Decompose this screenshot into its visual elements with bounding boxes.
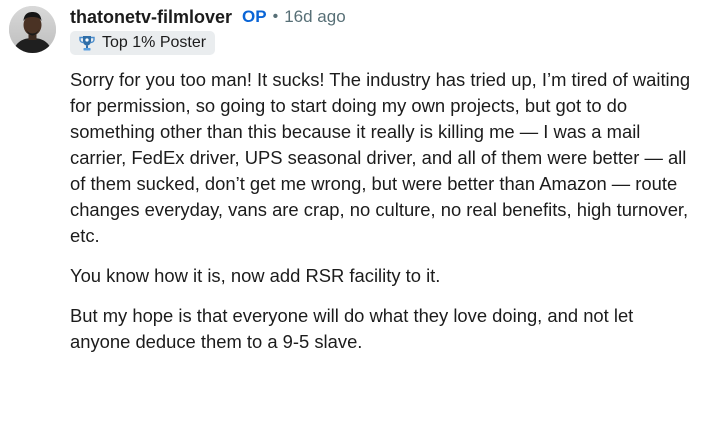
comment-paragraph: Sorry for you too man! It sucks! The ind… [70, 69, 691, 246]
timestamp[interactable]: 16d ago [284, 7, 345, 27]
comment-body: Sorry for you too man! It sucks! The ind… [70, 67, 698, 369]
separator-dot: • [272, 8, 279, 25]
avatar[interactable] [9, 6, 56, 53]
avatar-image [9, 6, 56, 53]
op-badge: OP [242, 7, 267, 26]
comment-paragraph: You know how it is, now add RSR facility… [70, 265, 441, 286]
comment-paragraph: But my hope is that everyone will do wha… [70, 305, 634, 352]
trophy-icon [79, 36, 95, 51]
user-flair: Top 1% Poster [70, 31, 216, 55]
comment: thatonetv-filmlover OP • 16d ago Top 1% … [0, 0, 709, 424]
comment-header: thatonetv-filmlover OP • 16d ago [70, 5, 346, 29]
flair-label: Top 1% Poster [102, 34, 207, 51]
username-link[interactable]: thatonetv-filmlover [70, 7, 232, 28]
